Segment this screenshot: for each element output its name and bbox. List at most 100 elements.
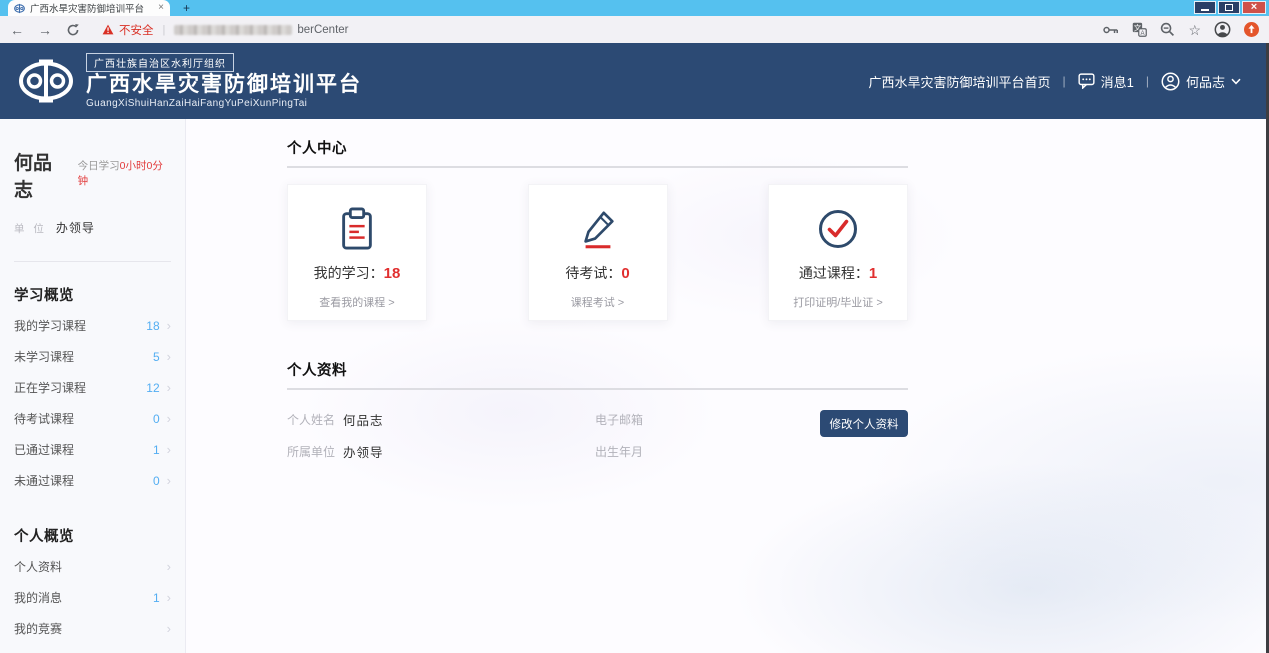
header-separator: | — [1063, 74, 1066, 88]
print-certificate-link[interactable]: 打印证明/毕业证 > — [793, 294, 883, 310]
profile-fields: 个人姓名 何品志 电子邮箱 所属单位 办领导 — [287, 410, 908, 461]
chevron-right-icon: › — [167, 412, 171, 425]
sidebar-item-in-progress[interactable]: 正在学习课程 12 › — [14, 372, 171, 403]
study-overview-title: 学习概览 — [14, 284, 171, 305]
forward-button[interactable]: → — [38, 22, 52, 38]
user-menu[interactable]: 何品志 — [1161, 72, 1241, 91]
minimize-icon — [1201, 9, 1209, 11]
translate-icon[interactable]: 文 A — [1132, 22, 1147, 37]
field-birthdate: 出生年月 — [595, 442, 908, 461]
item-label: 已通过课程 — [14, 441, 134, 458]
field-unit: 所属单位 办领导 — [287, 442, 595, 461]
header-separator: | — [1146, 74, 1149, 88]
not-secure-label: 不安全 — [119, 22, 154, 38]
sidebar: 何品志 今日学习0小时0分钟 单 位 办领导 学习概览 我的学习课程 18 › … — [0, 119, 186, 653]
item-label: 个人资料 — [14, 558, 134, 575]
item-count: 0 — [134, 412, 160, 426]
section-divider — [287, 388, 908, 390]
browser-tab[interactable]: 广西水旱灾害防御培训平台 × — [8, 0, 170, 16]
sidebar-user-row: 何品志 今日学习0小时0分钟 — [14, 148, 171, 202]
profile-avatar-icon[interactable] — [1214, 21, 1231, 38]
card-label: 通过课程： — [799, 265, 869, 281]
screen: 广西水旱灾害防御培训平台 × + × ← → 不安全 | berCenter — [0, 0, 1269, 653]
profile-section: 个人资料 个人姓名 何品志 电子邮箱 — [287, 359, 908, 461]
field-label: 出生年月 — [595, 443, 647, 460]
clipboard-icon — [336, 205, 378, 253]
back-button[interactable]: ← — [10, 22, 24, 38]
profile-title: 个人资料 — [287, 359, 908, 380]
item-label: 我的消息 — [14, 589, 134, 606]
card-count: 18 — [384, 265, 401, 282]
zoom-out-icon[interactable] — [1160, 22, 1175, 37]
maximize-icon — [1225, 4, 1233, 11]
window-maximize-button[interactable] — [1218, 1, 1240, 14]
site-header: 广西壮族自治区水利厅组织 广西水旱灾害防御培训平台 GuangXiShuiHan… — [0, 43, 1269, 119]
item-count: 1 — [134, 443, 160, 457]
url-separator: | — [163, 24, 166, 36]
security-chip[interactable]: 不安全 | berCenter — [102, 22, 349, 38]
bookmark-star-icon[interactable]: ☆ — [1188, 23, 1201, 37]
password-key-icon[interactable] — [1103, 24, 1119, 36]
window-minimize-button[interactable] — [1194, 1, 1216, 14]
window-close-button[interactable]: × — [1242, 1, 1266, 14]
user-name-label: 何品志 — [1186, 72, 1225, 91]
site-logo-icon — [18, 57, 74, 105]
header-nav: 广西水旱灾害防御培训平台首页 | 消息1 | 何品志 — [868, 72, 1241, 91]
sidebar-item-competitions[interactable]: 我的竞赛 › — [14, 613, 171, 644]
section-divider — [287, 166, 908, 168]
card-label: 待考试： — [565, 265, 621, 281]
sidebar-item-my-courses[interactable]: 我的学习课程 18 › — [14, 310, 171, 341]
chevron-right-icon: › — [167, 350, 171, 363]
browser-update-icon[interactable] — [1244, 22, 1259, 37]
course-exam-link[interactable]: 课程考试 > — [571, 294, 624, 310]
sidebar-item-passed[interactable]: 已通过课程 1 › — [14, 434, 171, 465]
messages-link[interactable]: 消息1 — [1078, 72, 1134, 91]
item-label: 我的竞赛 — [14, 620, 134, 637]
page-body: 何品志 今日学习0小时0分钟 单 位 办领导 学习概览 我的学习课程 18 › … — [0, 119, 1269, 653]
item-label: 待考试课程 — [14, 410, 134, 427]
field-label: 所属单位 — [287, 443, 339, 460]
edit-profile-button[interactable]: 修改个人资料 — [820, 410, 908, 437]
personal-center-title: 个人中心 — [287, 137, 908, 158]
sidebar-item-exam-pending[interactable]: 待考试课程 0 › — [14, 403, 171, 434]
toolbar-right-icons: 文 A ☆ — [1103, 21, 1259, 38]
sidebar-item-change-password[interactable]: 修改密码 › — [14, 644, 171, 653]
item-count: 18 — [134, 319, 160, 333]
chevron-right-icon: › — [167, 591, 171, 604]
sidebar-item-messages[interactable]: 我的消息 1 › — [14, 582, 171, 613]
item-label: 我的学习课程 — [14, 317, 134, 334]
chevron-right-icon: › — [167, 560, 171, 573]
sidebar-item-not-studied[interactable]: 未学习课程 5 › — [14, 341, 171, 372]
tab-close-icon[interactable]: × — [158, 3, 164, 13]
close-icon: × — [1251, 2, 1257, 13]
field-name: 个人姓名 何品志 — [287, 410, 595, 429]
sidebar-item-profile[interactable]: 个人资料 › — [14, 551, 171, 582]
chevron-right-icon: › — [167, 474, 171, 487]
card-count: 1 — [869, 265, 877, 282]
chevron-right-icon: › — [167, 443, 171, 456]
home-link[interactable]: 广西水旱灾害防御培训平台首页 — [868, 72, 1050, 91]
sidebar-item-not-passed[interactable]: 未通过课程 0 › — [14, 465, 171, 496]
item-count: 0 — [134, 474, 160, 488]
window-controls: × — [1194, 1, 1266, 14]
item-label: 正在学习课程 — [14, 379, 134, 396]
my-study-card: 我的学习：18 查看我的课程 > — [287, 184, 427, 321]
today-label: 今日学习 — [78, 160, 120, 172]
unit-label: 单 位 — [14, 223, 47, 235]
url-text[interactable]: berCenter — [297, 24, 348, 36]
user-avatar-icon — [1161, 72, 1180, 91]
card-count: 0 — [621, 265, 629, 282]
card-title: 我的学习：18 — [314, 263, 401, 283]
browser-tabstrip: 广西水旱灾害防御培训平台 × + × — [0, 0, 1269, 16]
summary-cards: 我的学习：18 查看我的课程 > 待考试：0 — [287, 184, 908, 321]
sidebar-user-name: 何品志 — [14, 148, 70, 202]
reload-icon[interactable] — [66, 23, 80, 37]
field-label: 电子邮箱 — [595, 411, 647, 428]
sidebar-unit-row: 单 位 办领导 — [14, 219, 171, 236]
main-content: 个人中心 — [186, 119, 1266, 653]
card-title: 通过课程：1 — [799, 263, 877, 283]
new-tab-button[interactable]: + — [183, 1, 190, 15]
view-my-courses-link[interactable]: 查看我的课程 > — [319, 294, 394, 310]
pencil-icon — [577, 205, 619, 253]
check-circle-icon — [816, 205, 860, 253]
